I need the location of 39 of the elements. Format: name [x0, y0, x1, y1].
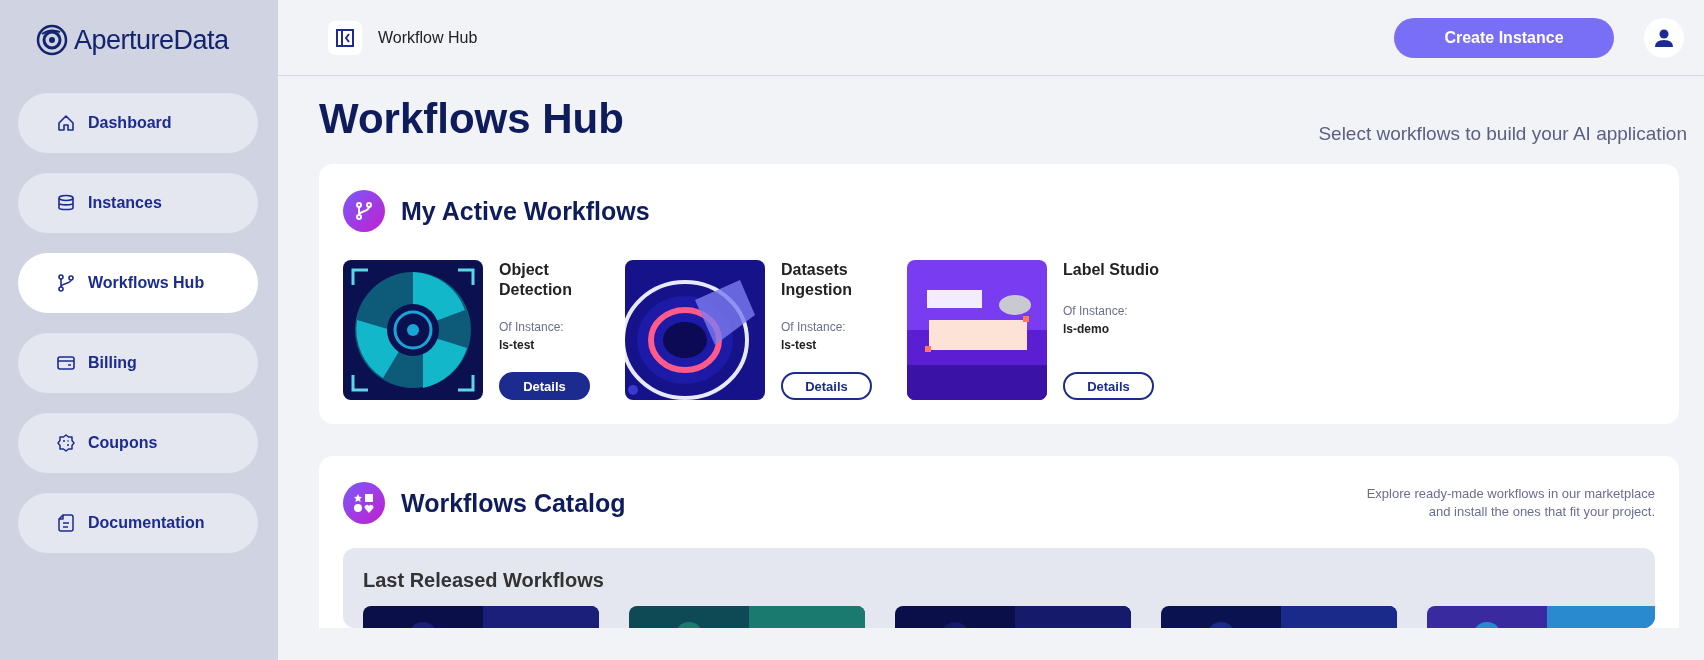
sidebar-panel-icon — [336, 28, 354, 47]
instance-name: ls-test — [781, 337, 818, 355]
shapes-icon — [343, 482, 385, 525]
page-title: Workflows Hub — [319, 94, 624, 144]
home-icon — [56, 112, 76, 133]
sidebar-item[interactable]: Dashboard — [18, 92, 258, 153]
user-avatar-button[interactable] — [1644, 17, 1684, 58]
workflow-name: Object Detection — [499, 260, 573, 301]
breadcrumb: Workflow Hub — [378, 27, 478, 48]
sidebar-item[interactable]: Instances — [18, 172, 258, 233]
section-title: My Active Workflows — [401, 196, 650, 227]
brand-name: ApertureData — [74, 24, 229, 57]
user-icon — [1654, 28, 1674, 47]
sidebar-toggle-button[interactable] — [328, 20, 362, 55]
sidebar-item[interactable]: Billing — [18, 332, 258, 393]
instance-label: Of Instance: — [781, 319, 847, 337]
instance-name: ls-demo — [1063, 321, 1110, 339]
section-title: Workflows Catalog — [401, 488, 626, 519]
details-button[interactable]: Details — [1063, 372, 1154, 401]
instance-label: Of Instance: — [499, 319, 565, 337]
create-instance-button[interactable]: Create Instance — [1394, 17, 1614, 58]
badge-icon — [56, 432, 76, 453]
workflow-name: Label Studio — [1063, 260, 1160, 281]
details-button[interactable]: Details — [499, 372, 590, 401]
sidebar-item[interactable]: Coupons — [18, 412, 258, 473]
instance-name: ls-test — [499, 337, 536, 355]
instance-label: Of Instance: — [1063, 303, 1129, 321]
sidebar-item[interactable]: Workflows Hub — [18, 252, 258, 313]
sidebar-item[interactable]: Documentation — [18, 492, 258, 553]
workflow-branch-icon — [343, 190, 385, 233]
subsection-title: Last Released Workflows — [363, 568, 605, 593]
catalog-description: Explore ready-made workflows in our marketplace and install the ones that fit your project. — [1366, 484, 1655, 522]
branch-icon — [56, 272, 76, 293]
database-icon — [56, 192, 76, 213]
workflow-name: Datasets Ingestion — [781, 260, 854, 301]
document-icon — [56, 512, 76, 533]
details-button[interactable]: Details — [781, 372, 872, 401]
aperture-logo-icon — [36, 24, 68, 57]
page-subtitle: Select workflows to build your AI application — [1318, 121, 1687, 146]
